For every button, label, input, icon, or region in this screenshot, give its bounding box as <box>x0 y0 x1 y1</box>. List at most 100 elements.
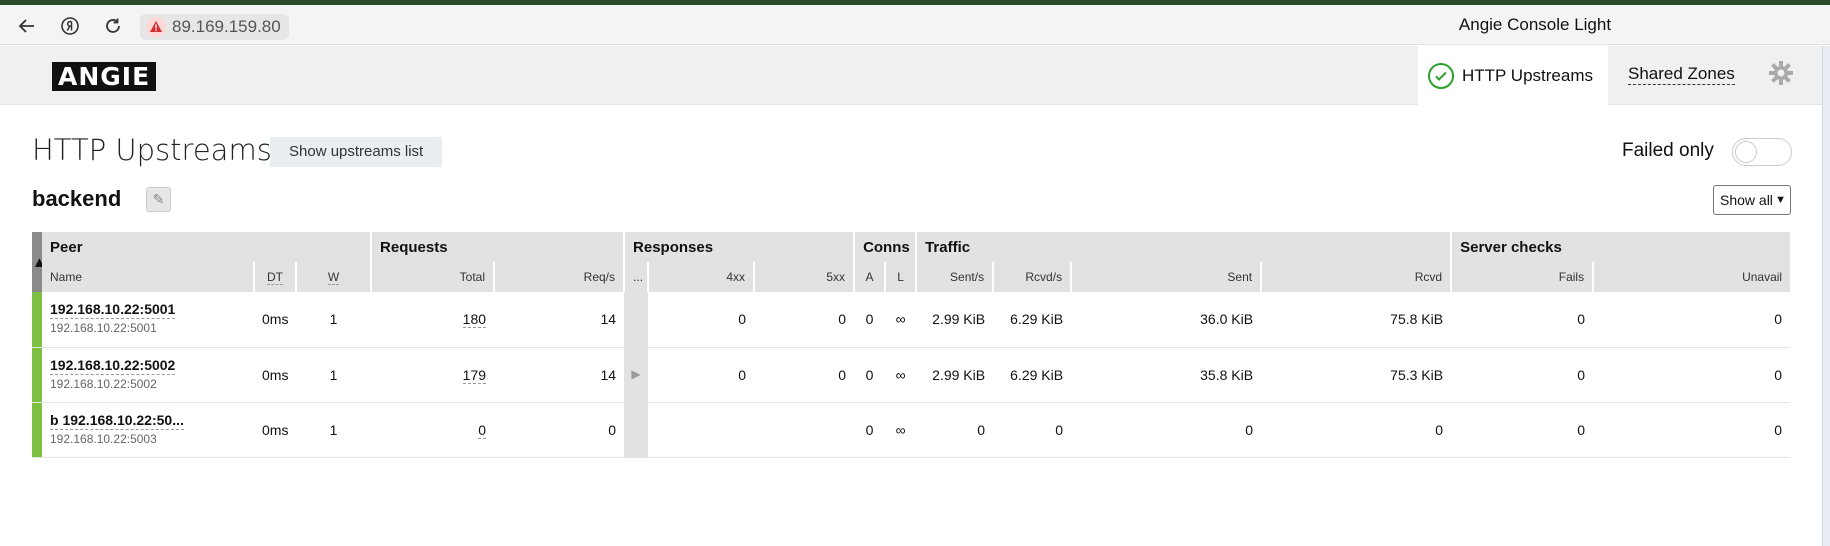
group-responses: Responses <box>623 232 855 262</box>
sort-handle[interactable]: ▲ <box>32 232 42 292</box>
reload-icon <box>106 18 120 33</box>
col-4xx[interactable]: 4xx <box>647 262 755 292</box>
back-button[interactable] <box>14 13 40 39</box>
fails-value: 0 <box>1451 347 1594 403</box>
col-l[interactable]: L <box>884 262 917 292</box>
settings-gear-icon[interactable] <box>1767 60 1795 88</box>
weight-value: 1 <box>296 402 372 458</box>
rcvd-value: 75.8 KiB <box>1261 292 1452 348</box>
r5xx-value: 0 <box>754 347 855 403</box>
check-circle-icon <box>1428 62 1454 89</box>
tab-http-upstreams-label: HTTP Upstreams <box>1462 65 1593 85</box>
yandex-button[interactable] <box>57 13 83 39</box>
edit-pencil-icon[interactable]: ✎ <box>146 187 171 212</box>
col-reqs[interactable]: Req/s <box>493 262 625 292</box>
col-sent[interactable]: Sent <box>1070 262 1262 292</box>
group-conns: Conns <box>853 232 917 262</box>
col-rcvd[interactable]: Rcvd <box>1260 262 1452 292</box>
dt-value: 0ms <box>254 292 296 348</box>
status-up-indicator <box>32 347 42 403</box>
group-traffic: Traffic <box>915 232 1452 262</box>
col-responses-more[interactable]: ... <box>623 262 649 292</box>
peer-address: 192.168.10.22:5001 <box>50 321 157 336</box>
group-server-checks: Server checks <box>1450 232 1791 262</box>
unavail-value: 0 <box>1593 402 1791 458</box>
col-a[interactable]: A <box>853 262 886 292</box>
r4xx-value <box>648 402 755 458</box>
reqs-value: 14 <box>494 347 625 403</box>
dt-value: 0ms <box>254 347 296 403</box>
unavail-value: 0 <box>1593 292 1791 348</box>
col-name[interactable]: Name <box>42 262 254 292</box>
col-rcvd-s[interactable]: Rcvd/s <box>992 262 1072 292</box>
tab-http-upstreams[interactable]: HTTP Upstreams <box>1418 46 1608 105</box>
show-filter-value: Show all <box>1720 192 1773 208</box>
table-row: 192.168.10.22:5002 192.168.10.22:5002 0m… <box>32 347 1791 403</box>
failed-only-toggle[interactable] <box>1732 138 1792 166</box>
url-text: 89.169.159.80 <box>172 17 281 36</box>
reload-button[interactable] <box>100 13 126 39</box>
toggle-knob <box>1735 141 1757 163</box>
status-up-indicator <box>32 292 42 348</box>
angie-logo: ANGIE <box>52 62 157 91</box>
yandex-icon <box>61 17 79 35</box>
rcvd-rate-value: 0 <box>993 402 1072 458</box>
col-dt[interactable]: DT <box>253 262 296 292</box>
rcvd-rate-value: 6.29 KiB <box>993 292 1072 348</box>
browser-toolbar: 89.169.159.80 Angie Console Light <box>0 5 1830 45</box>
col-unavail[interactable]: Unavail <box>1592 262 1791 292</box>
failed-only-label: Failed only <box>1622 140 1714 161</box>
active-conns-value: 0 <box>854 347 886 403</box>
col-w[interactable]: W <box>294 262 372 292</box>
total-value: 179 <box>371 347 495 403</box>
peer-address: 192.168.10.22:5003 <box>50 431 157 446</box>
sent-rate-value: 2.99 KiB <box>916 347 994 403</box>
upstream-name: backend <box>32 186 122 211</box>
r5xx-value <box>754 402 855 458</box>
rcvd-value: 0 <box>1261 402 1452 458</box>
limit-conns-value: ∞ <box>885 347 917 403</box>
r4xx-value: 0 <box>648 347 755 403</box>
sent-rate-value: 0 <box>916 402 994 458</box>
peer-name[interactable]: 192.168.10.22:5001 <box>50 301 176 320</box>
group-peer: Peer <box>42 232 372 262</box>
limit-conns-value: ∞ <box>885 402 917 458</box>
active-conns-value: 0 <box>854 292 886 348</box>
sent-rate-value: 2.99 KiB <box>916 292 994 348</box>
peer-name[interactable]: b 192.168.10.22:50... <box>50 412 184 430</box>
total-value: 180 <box>371 292 495 348</box>
r5xx-value: 0 <box>754 292 855 348</box>
reqs-value: 14 <box>494 292 625 348</box>
expand-responses-toggle[interactable]: ▶ <box>624 292 649 458</box>
app-header: ANGIE HTTP Upstreams Shared Zones <box>0 46 1822 105</box>
page-title: HTTP Upstreams <box>32 133 272 167</box>
weight-value: 1 <box>296 292 372 348</box>
table-row: b 192.168.10.22:50... 192.168.10.22:5003… <box>32 402 1791 458</box>
limit-conns-value: ∞ <box>885 292 917 348</box>
group-requests: Requests <box>370 232 625 262</box>
address-bar[interactable]: 89.169.159.80 <box>140 14 289 40</box>
weight-value: 1 <box>296 347 372 403</box>
table-row: 192.168.10.22:5001 192.168.10.22:5001 0m… <box>32 292 1791 458</box>
chevron-down-icon: ▼ <box>1775 194 1786 206</box>
dt-value: 0ms <box>254 402 296 458</box>
fails-value: 0 <box>1451 292 1594 348</box>
peer-cell: 192.168.10.22:5001 192.168.10.22:5001 <box>42 292 254 348</box>
col-total[interactable]: Total <box>370 262 495 292</box>
sent-value: 36.0 KiB <box>1071 292 1262 348</box>
total-value: 0 <box>371 402 495 458</box>
col-sent-s[interactable]: Sent/s <box>915 262 994 292</box>
show-upstreams-list-button[interactable]: Show upstreams list <box>270 137 443 167</box>
r4xx-value: 0 <box>648 292 755 348</box>
rcvd-rate-value: 6.29 KiB <box>993 347 1072 403</box>
col-5xx[interactable]: 5xx <box>753 262 855 292</box>
peer-cell: b 192.168.10.22:50... 192.168.10.22:5003 <box>42 402 254 458</box>
peer-name[interactable]: 192.168.10.22:5002 <box>50 357 176 375</box>
arrow-left-icon <box>18 19 34 33</box>
tab-shared-zones[interactable]: Shared Zones <box>1628 64 1735 85</box>
upstream-peers-table: ▲ Peer Requests Responses Conns Traffic … <box>32 232 1791 458</box>
sent-value: 35.8 KiB <box>1071 347 1262 403</box>
show-filter-select[interactable]: Show all ▼ <box>1713 185 1791 215</box>
col-fails[interactable]: Fails <box>1450 262 1594 292</box>
rcvd-value: 75.3 KiB <box>1261 347 1452 403</box>
